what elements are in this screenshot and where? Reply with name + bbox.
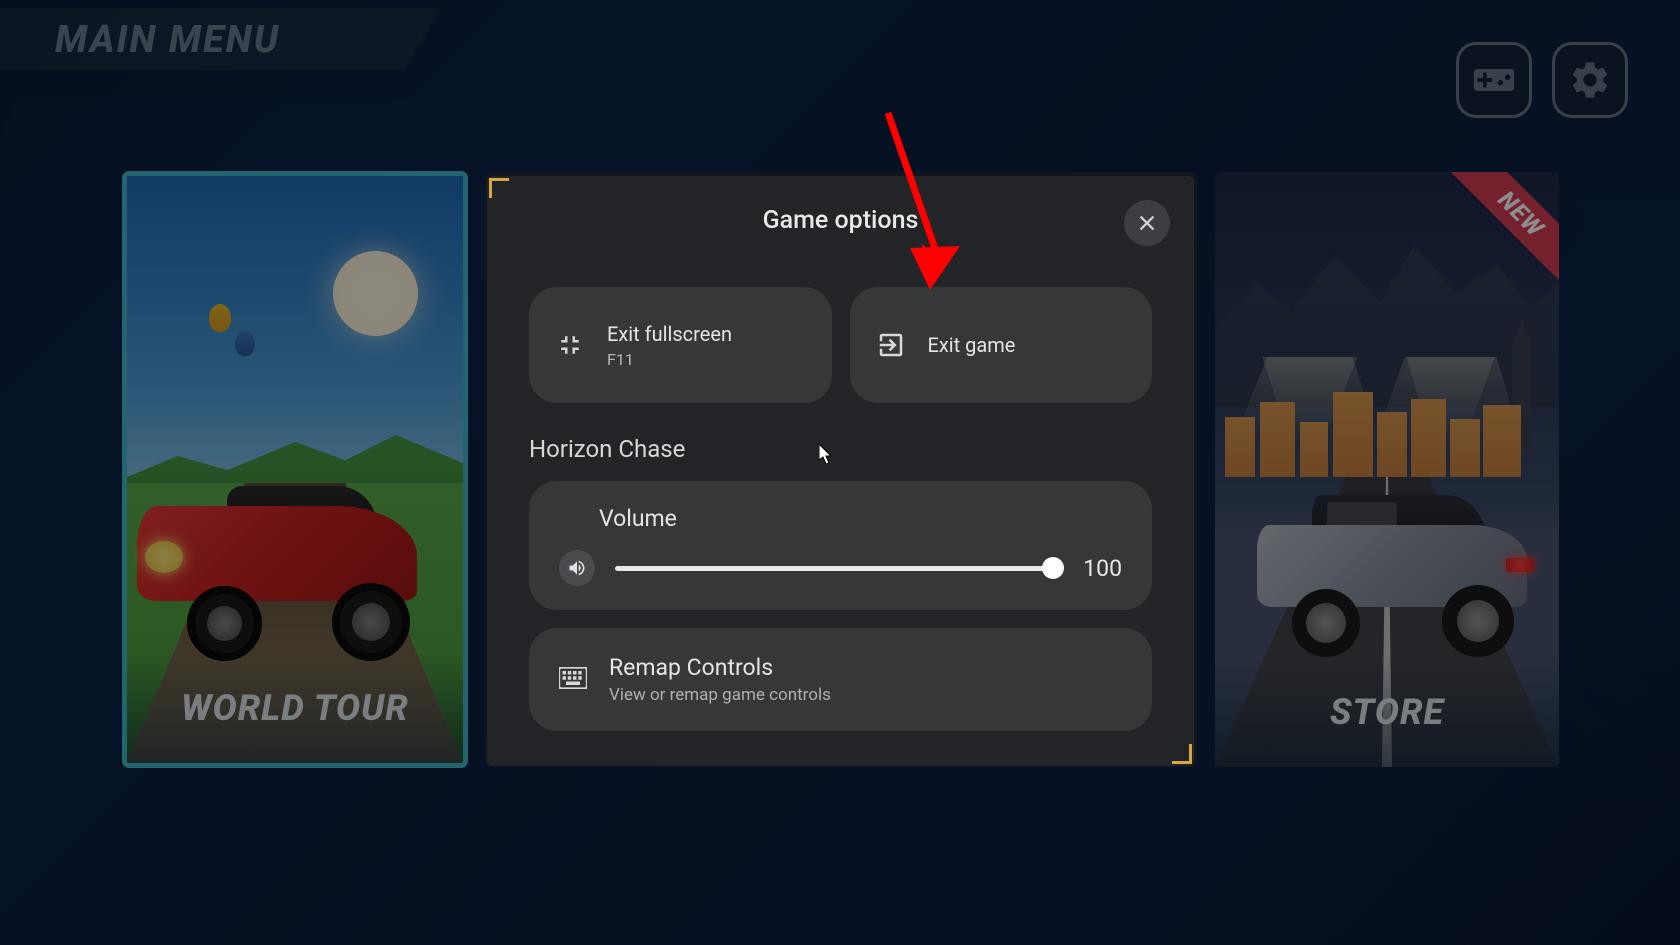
card-store[interactable]: NEW STORE <box>1215 172 1559 767</box>
exit-fullscreen-shortcut: F11 <box>607 350 732 369</box>
close-button[interactable] <box>1124 200 1170 246</box>
close-icon <box>1136 212 1158 234</box>
keyboard-icon-wrap <box>559 667 587 693</box>
exit-fullscreen-icon <box>555 330 585 360</box>
exit-fullscreen-label: Exit fullscreen <box>607 322 732 346</box>
volume-icon-wrap <box>559 550 595 586</box>
card-store-label: STORE <box>1215 657 1559 767</box>
page-title: MAIN MENU <box>55 18 280 62</box>
keyboard-icon <box>559 667 587 689</box>
remap-sub: View or remap game controls <box>609 685 831 705</box>
settings-button[interactable] <box>1552 42 1628 118</box>
modal-corner-decoration <box>489 178 509 198</box>
card-world-tour[interactable]: WORLD TOUR <box>123 172 467 767</box>
exit-game-label: Exit game <box>928 333 1016 357</box>
gear-icon <box>1568 58 1612 102</box>
modal-title: Game options <box>487 176 1194 235</box>
gamepad-icon <box>1472 58 1516 102</box>
card-world-tour-label: WORLD TOUR <box>127 653 463 763</box>
exit-icon <box>876 330 906 360</box>
exit-game-button[interactable]: Exit game <box>850 287 1153 403</box>
volume-panel: Volume 100 <box>529 481 1152 610</box>
volume-slider[interactable] <box>615 566 1054 571</box>
volume-value: 100 <box>1074 555 1122 582</box>
speaker-icon <box>567 558 587 578</box>
volume-label: Volume <box>599 505 1122 532</box>
remap-controls-button[interactable]: Remap Controls View or remap game contro… <box>529 628 1152 731</box>
exit-fullscreen-button[interactable]: Exit fullscreen F11 <box>529 287 832 403</box>
section-label: Horizon Chase <box>487 403 1194 481</box>
controller-button[interactable] <box>1456 42 1532 118</box>
remap-title: Remap Controls <box>609 654 831 681</box>
modal-corner-decoration <box>1172 744 1192 764</box>
game-options-modal: Game options Exit fullscreen F11 Exit ga… <box>487 176 1194 766</box>
volume-slider-thumb[interactable] <box>1042 557 1064 579</box>
